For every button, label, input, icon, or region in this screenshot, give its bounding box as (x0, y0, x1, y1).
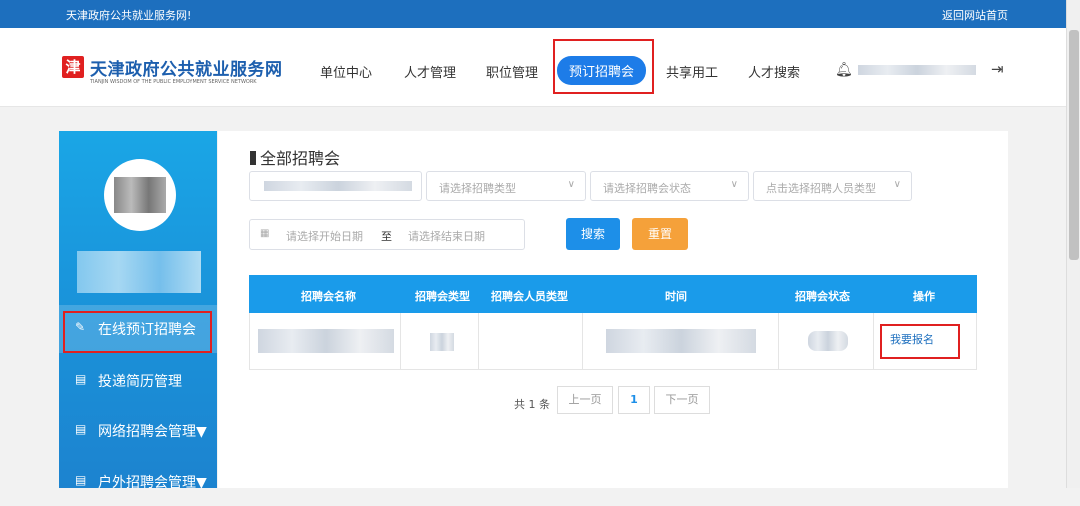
site-subtitle: TIANJIN WISDOM OF THE PUBLIC EMPLOYMENT … (90, 79, 257, 85)
nav-unit-center[interactable]: 单位中心 (320, 62, 372, 81)
welcome-text: 天津政府公共就业服务网! (66, 9, 192, 22)
section-title: 全部招聘会 (250, 145, 340, 169)
bell-icon[interactable]: 🔔︎ (835, 62, 853, 78)
table-row: 我要报名 (249, 313, 977, 370)
home-link[interactable]: 返回网站首页 (942, 7, 1008, 23)
nav-position-management[interactable]: 职位管理 (486, 62, 538, 81)
chevron-down-icon: ∨ (893, 179, 901, 190)
company-name-blurred (77, 251, 201, 293)
start-date-input[interactable]: 请选择开始日期 (286, 228, 363, 244)
briefcase-icon: ▤ (75, 422, 87, 436)
column-header: 招聘会类型 (415, 290, 470, 303)
calendar-icon: ▦ (260, 228, 270, 239)
sidebar-item-label: 网络招聘会管理▼ (98, 424, 207, 440)
fair-status-blurred (808, 331, 848, 351)
logo-icon[interactable]: 津 (62, 56, 84, 78)
person-type-select[interactable]: 点击选择招聘人员类型 ∨ (753, 171, 912, 201)
sidebar-item-online-fair-management[interactable]: ▤ 网络招聘会管理▼ (59, 407, 217, 455)
scrollbar[interactable] (1066, 0, 1080, 488)
column-header: 操作 (913, 290, 935, 303)
next-page-button[interactable]: 下一页 (654, 386, 710, 414)
briefcase-icon: ▤ (75, 473, 87, 487)
column-header: 招聘会人员类型 (491, 290, 568, 303)
table-header: 招聘会名称 招聘会类型 招聘会人员类型 时间 招聘会状态 操作 (249, 275, 977, 313)
nav-highlight-box (553, 39, 654, 94)
sidebar-item-label: 投递简历管理 (98, 374, 182, 390)
prev-page-button[interactable]: 上一页 (557, 386, 613, 414)
nav-talent-search[interactable]: 人才搜索 (748, 62, 800, 81)
fair-name-blurred (258, 329, 394, 353)
date-range-picker[interactable]: ▦ 请选择开始日期 至 请选择结束日期 (249, 219, 525, 250)
avatar (104, 159, 176, 231)
sidebar: ✎ 在线预订招聘会 ▤ 投递简历管理 ▤ 网络招聘会管理▼ ▤ 户外招聘会管理▼ (59, 131, 217, 491)
fair-time-blurred (606, 329, 756, 353)
reset-button[interactable]: 重置 (632, 218, 688, 250)
date-separator: 至 (381, 230, 392, 243)
briefcase-icon: ▤ (75, 372, 87, 386)
column-header: 时间 (665, 290, 687, 303)
chevron-down-icon: ∨ (730, 179, 738, 190)
main-panel: 全部招聘会 请选择招聘类型 ∨ 请选择招聘会状态 ∨ 点击选择招聘人员类型 ∨ ▦ 请… (218, 131, 1008, 488)
column-header: 招聘会状态 (795, 290, 850, 303)
pagination-total: 共 1 条 (514, 398, 550, 411)
search-button[interactable]: 搜索 (566, 218, 620, 250)
nav-shared-employment[interactable]: 共享用工 (666, 62, 718, 81)
chevron-down-icon: ∨ (567, 179, 575, 190)
site-title[interactable]: 天津政府公共就业服务网 (90, 55, 283, 80)
keyword-value-blurred (264, 181, 412, 191)
page-number-button[interactable]: 1 (618, 386, 650, 414)
column-header: 招聘会名称 (301, 290, 356, 303)
sidebar-item-outdoor-fair-management[interactable]: ▤ 户外招聘会管理▼ (59, 458, 217, 506)
fair-type-select[interactable]: 请选择招聘类型 ∨ (426, 171, 586, 201)
logout-icon[interactable]: ⇥ (991, 60, 1004, 78)
register-highlight-box (880, 324, 960, 359)
top-bar: 天津政府公共就业服务网! 返回网站首页 (0, 0, 1066, 28)
fair-type-blurred (430, 333, 454, 351)
header: 津 天津政府公共就业服务网 TIANJIN WISDOM OF THE PUBL… (0, 28, 1066, 107)
nav-talent-management[interactable]: 人才管理 (404, 62, 456, 81)
sidebar-item-label: 户外招聘会管理▼ (98, 475, 207, 491)
end-date-input[interactable]: 请选择结束日期 (408, 228, 485, 244)
user-name-blurred[interactable] (858, 65, 976, 75)
keyword-input[interactable] (249, 171, 422, 201)
fair-status-select[interactable]: 请选择招聘会状态 ∨ (590, 171, 749, 201)
sidebar-item-resume-management[interactable]: ▤ 投递简历管理 (59, 357, 217, 405)
sidebar-highlight-box (63, 311, 212, 353)
